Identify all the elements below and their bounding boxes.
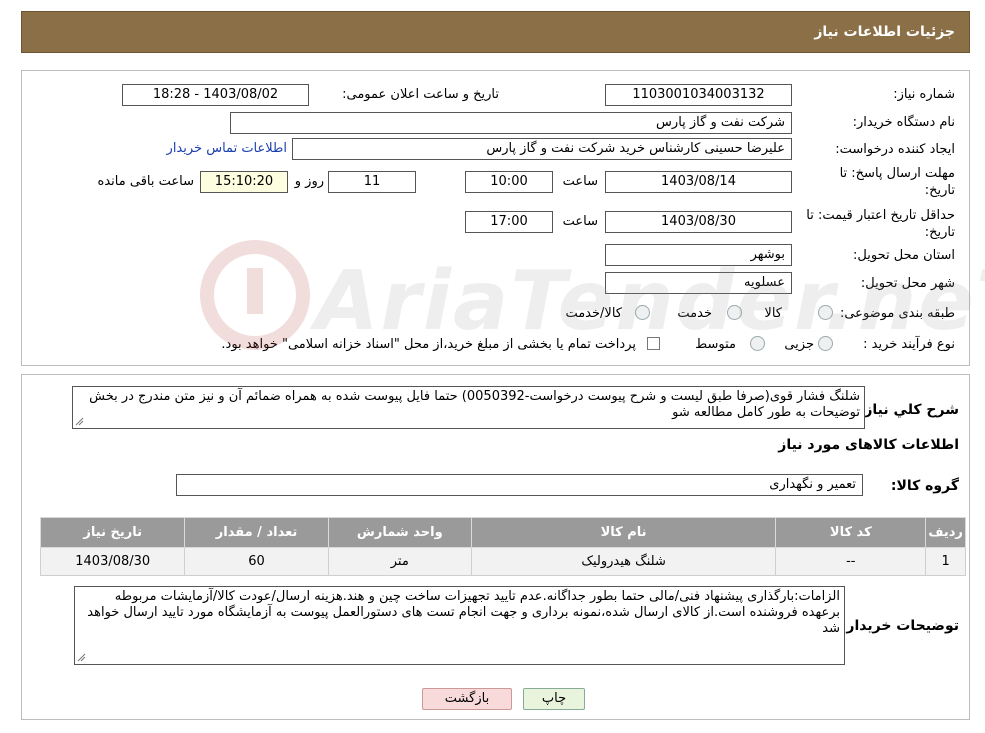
category-goods-radio[interactable]: [818, 305, 833, 320]
province-field: بوشهر: [605, 244, 792, 266]
remaining-label: ساعت باقی مانده: [97, 174, 194, 189]
goods-details-panel: شرح کلي نياز: شلنگ فشار قوی(صرفا طبق لیس…: [21, 374, 970, 720]
announce-label: تاریخ و ساعت اعلان عمومی:: [342, 87, 499, 102]
summary-label: شرح کلي نياز:: [858, 402, 959, 418]
category-goods-service-label: کالا/خدمت: [565, 306, 622, 321]
process-medium-radio[interactable]: [750, 336, 765, 351]
buyer-field: شرکت نفت و گاز پارس: [230, 112, 792, 134]
process-minor-radio[interactable]: [818, 336, 833, 351]
deadline-date-field: 1403/08/14: [605, 171, 792, 193]
table-header-row: ردیف کد کالا نام کالا واحد شمارش تعداد /…: [39, 517, 966, 548]
col-name: نام کالا: [470, 517, 777, 548]
resize-handle-icon[interactable]: [75, 417, 84, 426]
city-label: شهر محل تحویل:: [860, 276, 955, 291]
category-service-label: خدمت: [677, 306, 712, 321]
contact-info-link[interactable]: اطلاعات تماس خریدار: [167, 141, 287, 156]
treasury-payment-checkbox[interactable]: [647, 337, 660, 350]
buyer-label: نام دستگاه خریدار:: [852, 115, 955, 130]
group-field: تعمیر و نگهداری: [176, 474, 863, 496]
table-row[interactable]: 1 -- شلنگ هیدرولیک متر 60 1403/08/30: [39, 547, 966, 576]
cell-row: 1: [925, 547, 966, 576]
page-title: جزئیات اطلاعات نیاز: [814, 24, 955, 40]
process-label: نوع فرآیند خرید :: [863, 337, 955, 352]
summary-text: شلنگ فشار قوی(صرفا طبق لیست و شرح پیوست …: [89, 389, 860, 420]
col-date: تاریخ نیاز: [39, 517, 186, 548]
buyer-notes-textarea[interactable]: الزامات:بارگذاری پیشنهاد فنی/مالی حتما ب…: [74, 586, 845, 665]
goods-info-title: اطلاعات کالاهای مورد نیاز: [778, 437, 959, 453]
buyer-notes-text: الزامات:بارگذاری پیشنهاد فنی/مالی حتما ب…: [87, 589, 840, 636]
deadline-label: مهلت ارسال پاسخ: تا تاریخ:: [839, 166, 955, 198]
process-minor-label: جزیی: [784, 337, 814, 352]
print-button[interactable]: چاپ: [523, 688, 585, 710]
validity-label: حداقل تاریخ اعتبار قیمت: تا تاریخ:: [806, 208, 955, 240]
category-label: طبقه بندی موضوعی:: [839, 306, 955, 321]
validity-time-label: ساعت: [562, 214, 598, 229]
resize-handle-icon[interactable]: [77, 653, 86, 662]
creator-label: ایجاد کننده درخواست:: [835, 142, 955, 157]
process-medium-label: متوسط: [695, 337, 736, 352]
category-goods-service-radio[interactable]: [635, 305, 650, 320]
days-label: روز و: [294, 174, 324, 189]
col-row: ردیف: [925, 517, 966, 548]
col-code: کد کالا: [775, 517, 927, 548]
province-label: استان محل تحویل:: [853, 248, 955, 263]
col-unit: واحد شمارش: [327, 517, 472, 548]
cell-name: شلنگ هیدرولیک: [470, 547, 777, 576]
validity-date-field: 1403/08/30: [605, 211, 792, 233]
page-header: جزئیات اطلاعات نیاز: [21, 11, 970, 53]
need-info-panel: شماره نیاز: 1103001034003132 تاریخ و ساع…: [21, 70, 970, 366]
buyer-notes-label: توضیحات خریدار:: [840, 618, 959, 634]
cell-code: --: [775, 547, 927, 576]
goods-table: ردیف کد کالا نام کالا واحد شمارش تعداد /…: [39, 517, 966, 576]
category-service-radio[interactable]: [727, 305, 742, 320]
deadline-time-field: 10:00: [465, 171, 553, 193]
cell-unit: متر: [327, 547, 472, 576]
validity-time-field: 17:00: [465, 211, 553, 233]
summary-textarea[interactable]: شلنگ فشار قوی(صرفا طبق لیست و شرح پیوست …: [72, 386, 865, 429]
city-field: عسلویه: [605, 272, 792, 294]
deadline-time-label: ساعت: [562, 174, 598, 189]
need-number-field: 1103001034003132: [605, 84, 792, 106]
days-field: 11: [328, 171, 416, 193]
back-button[interactable]: بازگشت: [422, 688, 512, 710]
announce-field: 1403/08/02 - 18:28: [122, 84, 309, 106]
remaining-time-field: 15:10:20: [200, 171, 288, 193]
group-label: گروه کالا:: [890, 478, 959, 494]
payment-note: پرداخت تمام یا بخشی از مبلغ خرید،از محل …: [221, 337, 636, 352]
col-quantity: تعداد / مقدار: [184, 517, 329, 548]
cell-date: 1403/08/30: [39, 547, 186, 576]
cell-quantity: 60: [184, 547, 329, 576]
category-goods-label: کالا: [764, 306, 782, 321]
need-number-label: شماره نیاز:: [893, 87, 955, 102]
creator-field: علیرضا حسینی کارشناس خرید شرکت نفت و گاز…: [292, 138, 792, 160]
